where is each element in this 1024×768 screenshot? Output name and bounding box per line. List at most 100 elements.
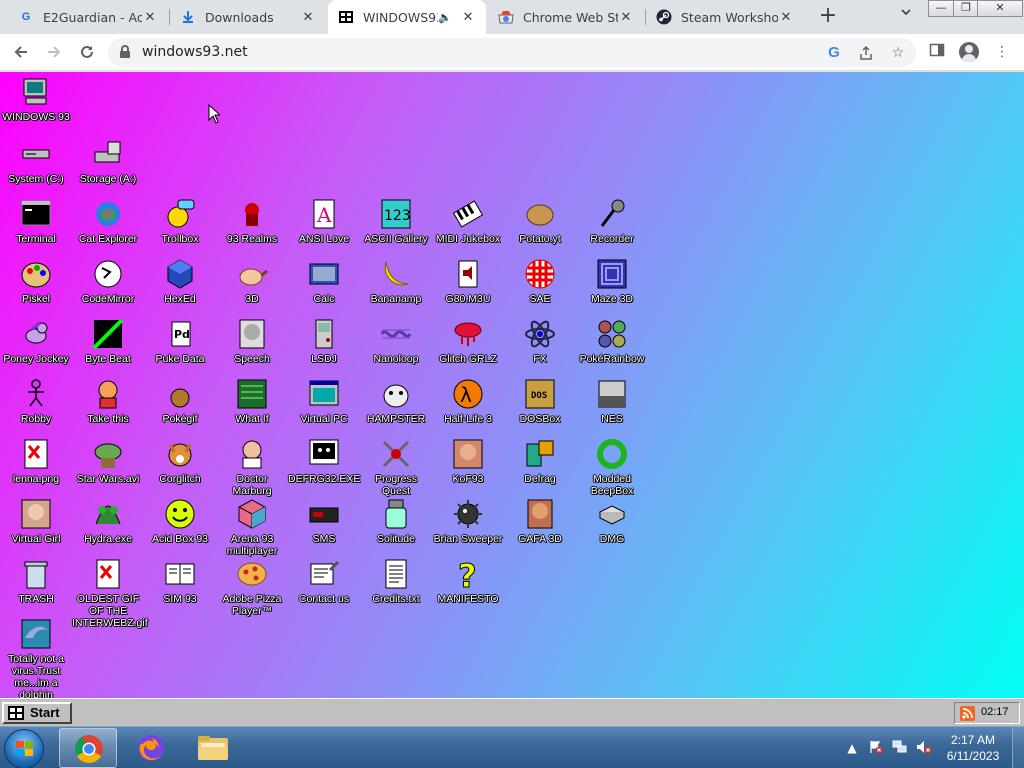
close-icon[interactable]: ✕ bbox=[778, 10, 794, 25]
desktop-icon[interactable]: NES bbox=[576, 378, 648, 425]
desktop-icon[interactable]: A ANSI Love bbox=[288, 198, 360, 245]
desktop-icon[interactable]: Modded BeepBox bbox=[576, 438, 648, 497]
new-tab-button[interactable]: + bbox=[816, 4, 840, 28]
restore-button[interactable]: ❐ bbox=[953, 0, 979, 17]
desktop-icon[interactable]: Doctor Marburg bbox=[216, 438, 288, 497]
desktop-icon[interactable]: HexEd bbox=[144, 258, 216, 305]
close-window-button[interactable]: ✕ bbox=[977, 0, 1023, 17]
desktop-icon[interactable]: 93 Realms bbox=[216, 198, 288, 245]
minimize-button[interactable]: — bbox=[928, 0, 954, 17]
show-hidden-icons-icon[interactable]: ▲ bbox=[844, 740, 860, 756]
close-icon[interactable]: ✕ bbox=[460, 10, 476, 25]
kebab-menu-icon[interactable]: ⋮ bbox=[992, 42, 1012, 62]
forward-button[interactable] bbox=[42, 40, 66, 64]
desktop-icon[interactable]: Acid Box 93 bbox=[144, 498, 216, 545]
desktop-icon[interactable]: Storage (A:) bbox=[72, 138, 144, 185]
start-button[interactable]: Start bbox=[2, 702, 72, 724]
address-bar[interactable]: windows93.net G ☆ bbox=[108, 38, 916, 67]
desktop-icon[interactable]: Potato.yt bbox=[504, 198, 576, 245]
desktop-icon[interactable]: HAMPSTER bbox=[360, 378, 432, 425]
desktop-icon[interactable]: Byte Beat bbox=[72, 318, 144, 365]
desktop-icon[interactable]: Pokégif bbox=[144, 378, 216, 425]
desktop-icon[interactable]: OLDEST GIF OF THE INTERWEBZ.gif bbox=[72, 558, 148, 629]
desktop-icon[interactable]: PokéRainbow bbox=[576, 318, 648, 365]
desktop-icon[interactable]: Take this bbox=[72, 378, 144, 425]
desktop-icon[interactable]: Adobe Pizza Player™ bbox=[216, 558, 288, 617]
taskbar-chrome[interactable] bbox=[59, 728, 117, 768]
taskbar-explorer[interactable] bbox=[184, 728, 242, 768]
desktop-icon[interactable]: DMG bbox=[576, 498, 648, 545]
windows-start-orb[interactable] bbox=[4, 729, 44, 768]
tab-chrome-web-store[interactable]: Chrome Web Store ✕ bbox=[488, 0, 644, 34]
desktop-icon[interactable]: Corglitch bbox=[144, 438, 216, 485]
system-clock[interactable]: 2:17 AM 6/11/2023 bbox=[944, 732, 1002, 764]
desktop-icon[interactable]: 123 ASCII Gallery bbox=[360, 198, 432, 245]
url-text[interactable]: windows93.net bbox=[142, 44, 248, 60]
close-icon[interactable]: ✕ bbox=[300, 10, 316, 25]
desktop-icon[interactable]: WINDOWS 93 bbox=[0, 76, 72, 123]
desktop-icon[interactable]: Cat Explorer bbox=[72, 198, 144, 245]
desktop-icon[interactable]: Totally not a virus.Trust me...im a dolp… bbox=[0, 618, 72, 698]
desktop-icon[interactable]: System (C:) bbox=[0, 138, 72, 185]
desktop-icon[interactable]: LSDJ bbox=[288, 318, 360, 365]
tab-e2guardian[interactable]: G E2Guardian - Access Denied ✕ bbox=[8, 0, 168, 34]
google-lens-icon[interactable]: G bbox=[824, 43, 844, 63]
desktop-icon[interactable]: SIM 93 bbox=[144, 558, 216, 605]
desktop-icon[interactable]: Virtual Girl bbox=[0, 498, 72, 545]
flag-alert-icon[interactable] bbox=[868, 740, 884, 756]
profile-avatar[interactable] bbox=[959, 42, 979, 62]
desktop-icon[interactable]: Progress Quest bbox=[360, 438, 432, 497]
desktop-icon[interactable]: Nanoloop bbox=[360, 318, 432, 365]
close-icon[interactable]: ✕ bbox=[142, 10, 158, 25]
desktop-icon[interactable]: Robby bbox=[0, 378, 72, 425]
desktop-icon[interactable]: TRASH bbox=[0, 558, 72, 605]
desktop-icon[interactable]: SAE bbox=[504, 258, 576, 305]
tab-steam-workshop[interactable]: Steam Workshop ✕ bbox=[646, 0, 804, 34]
desktop-icon[interactable]: 3D bbox=[216, 258, 288, 305]
desktop-icon[interactable]: Calc bbox=[288, 258, 360, 305]
desktop-icon[interactable]: KoF93 bbox=[432, 438, 504, 485]
share-icon[interactable] bbox=[856, 43, 876, 63]
desktop-icon[interactable]: Contact us bbox=[288, 558, 360, 605]
desktop-icon[interactable]: Poney Jockey bbox=[0, 318, 72, 365]
desktop-icon[interactable]: Piskel bbox=[0, 258, 72, 305]
desktop-icon[interactable]: Hydra.exe bbox=[72, 498, 144, 545]
tab-search-button[interactable] bbox=[896, 6, 916, 26]
lock-icon[interactable] bbox=[120, 45, 130, 58]
side-panel-icon[interactable] bbox=[927, 42, 947, 62]
speaker-icon[interactable]: 🔈 bbox=[438, 11, 452, 24]
back-button[interactable] bbox=[9, 40, 33, 64]
network-icon[interactable] bbox=[892, 740, 908, 756]
desktop-icon[interactable]: What If bbox=[216, 378, 288, 425]
desktop-icon[interactable]: G80.M3U bbox=[432, 258, 504, 305]
desktop-icon[interactable]: Bananamp bbox=[360, 258, 432, 305]
desktop-icon[interactable]: Defrag bbox=[504, 438, 576, 485]
desktop-icon[interactable]: Star Wars.avi bbox=[72, 438, 144, 485]
tab-windows93[interactable]: WINDOWS93 🔈 ✕ bbox=[328, 0, 486, 34]
desktop-icon[interactable]: ? MANIFESTO bbox=[432, 558, 504, 605]
desktop-icon[interactable]: DOS DOSBox bbox=[504, 378, 576, 425]
desktop-icon[interactable]: Glitch GRLZ bbox=[432, 318, 504, 365]
desktop-icon[interactable]: Virtual PC bbox=[288, 378, 360, 425]
desktop-icon[interactable]: MIDI Jukebox bbox=[432, 198, 504, 245]
rss-icon[interactable] bbox=[960, 706, 975, 721]
desktop-icon[interactable]: Credits.txt bbox=[360, 558, 432, 605]
desktop-icon[interactable]: CodeMirror bbox=[72, 258, 144, 305]
volume-muted-icon[interactable] bbox=[916, 740, 932, 756]
desktop-icon[interactable]: Recorder bbox=[576, 198, 648, 245]
desktop-icon[interactable]: Pd Puke Data bbox=[144, 318, 216, 365]
desktop-icon[interactable]: GAFA 3D bbox=[504, 498, 576, 545]
desktop-icon[interactable]: SMS bbox=[288, 498, 360, 545]
close-icon[interactable]: ✕ bbox=[618, 10, 634, 25]
show-desktop-button[interactable] bbox=[1012, 727, 1024, 768]
desktop-icon[interactable]: Terminal bbox=[0, 198, 72, 245]
desktop-icon[interactable]: Arena 93 multiplayer bbox=[216, 498, 288, 557]
desktop-icon[interactable]: Maze 3D bbox=[576, 258, 648, 305]
taskbar-firefox[interactable] bbox=[122, 728, 180, 768]
desktop-icon[interactable]: FX bbox=[504, 318, 576, 365]
tab-downloads[interactable]: Downloads ✕ bbox=[170, 0, 326, 34]
desktop-icon[interactable]: λ Half-Life 3 bbox=[432, 378, 504, 425]
desktop-icon[interactable]: Brian Sweeper bbox=[432, 498, 504, 545]
desktop-icon[interactable]: Speech bbox=[216, 318, 288, 365]
desktop-icon[interactable]: lenna.png bbox=[0, 438, 72, 485]
